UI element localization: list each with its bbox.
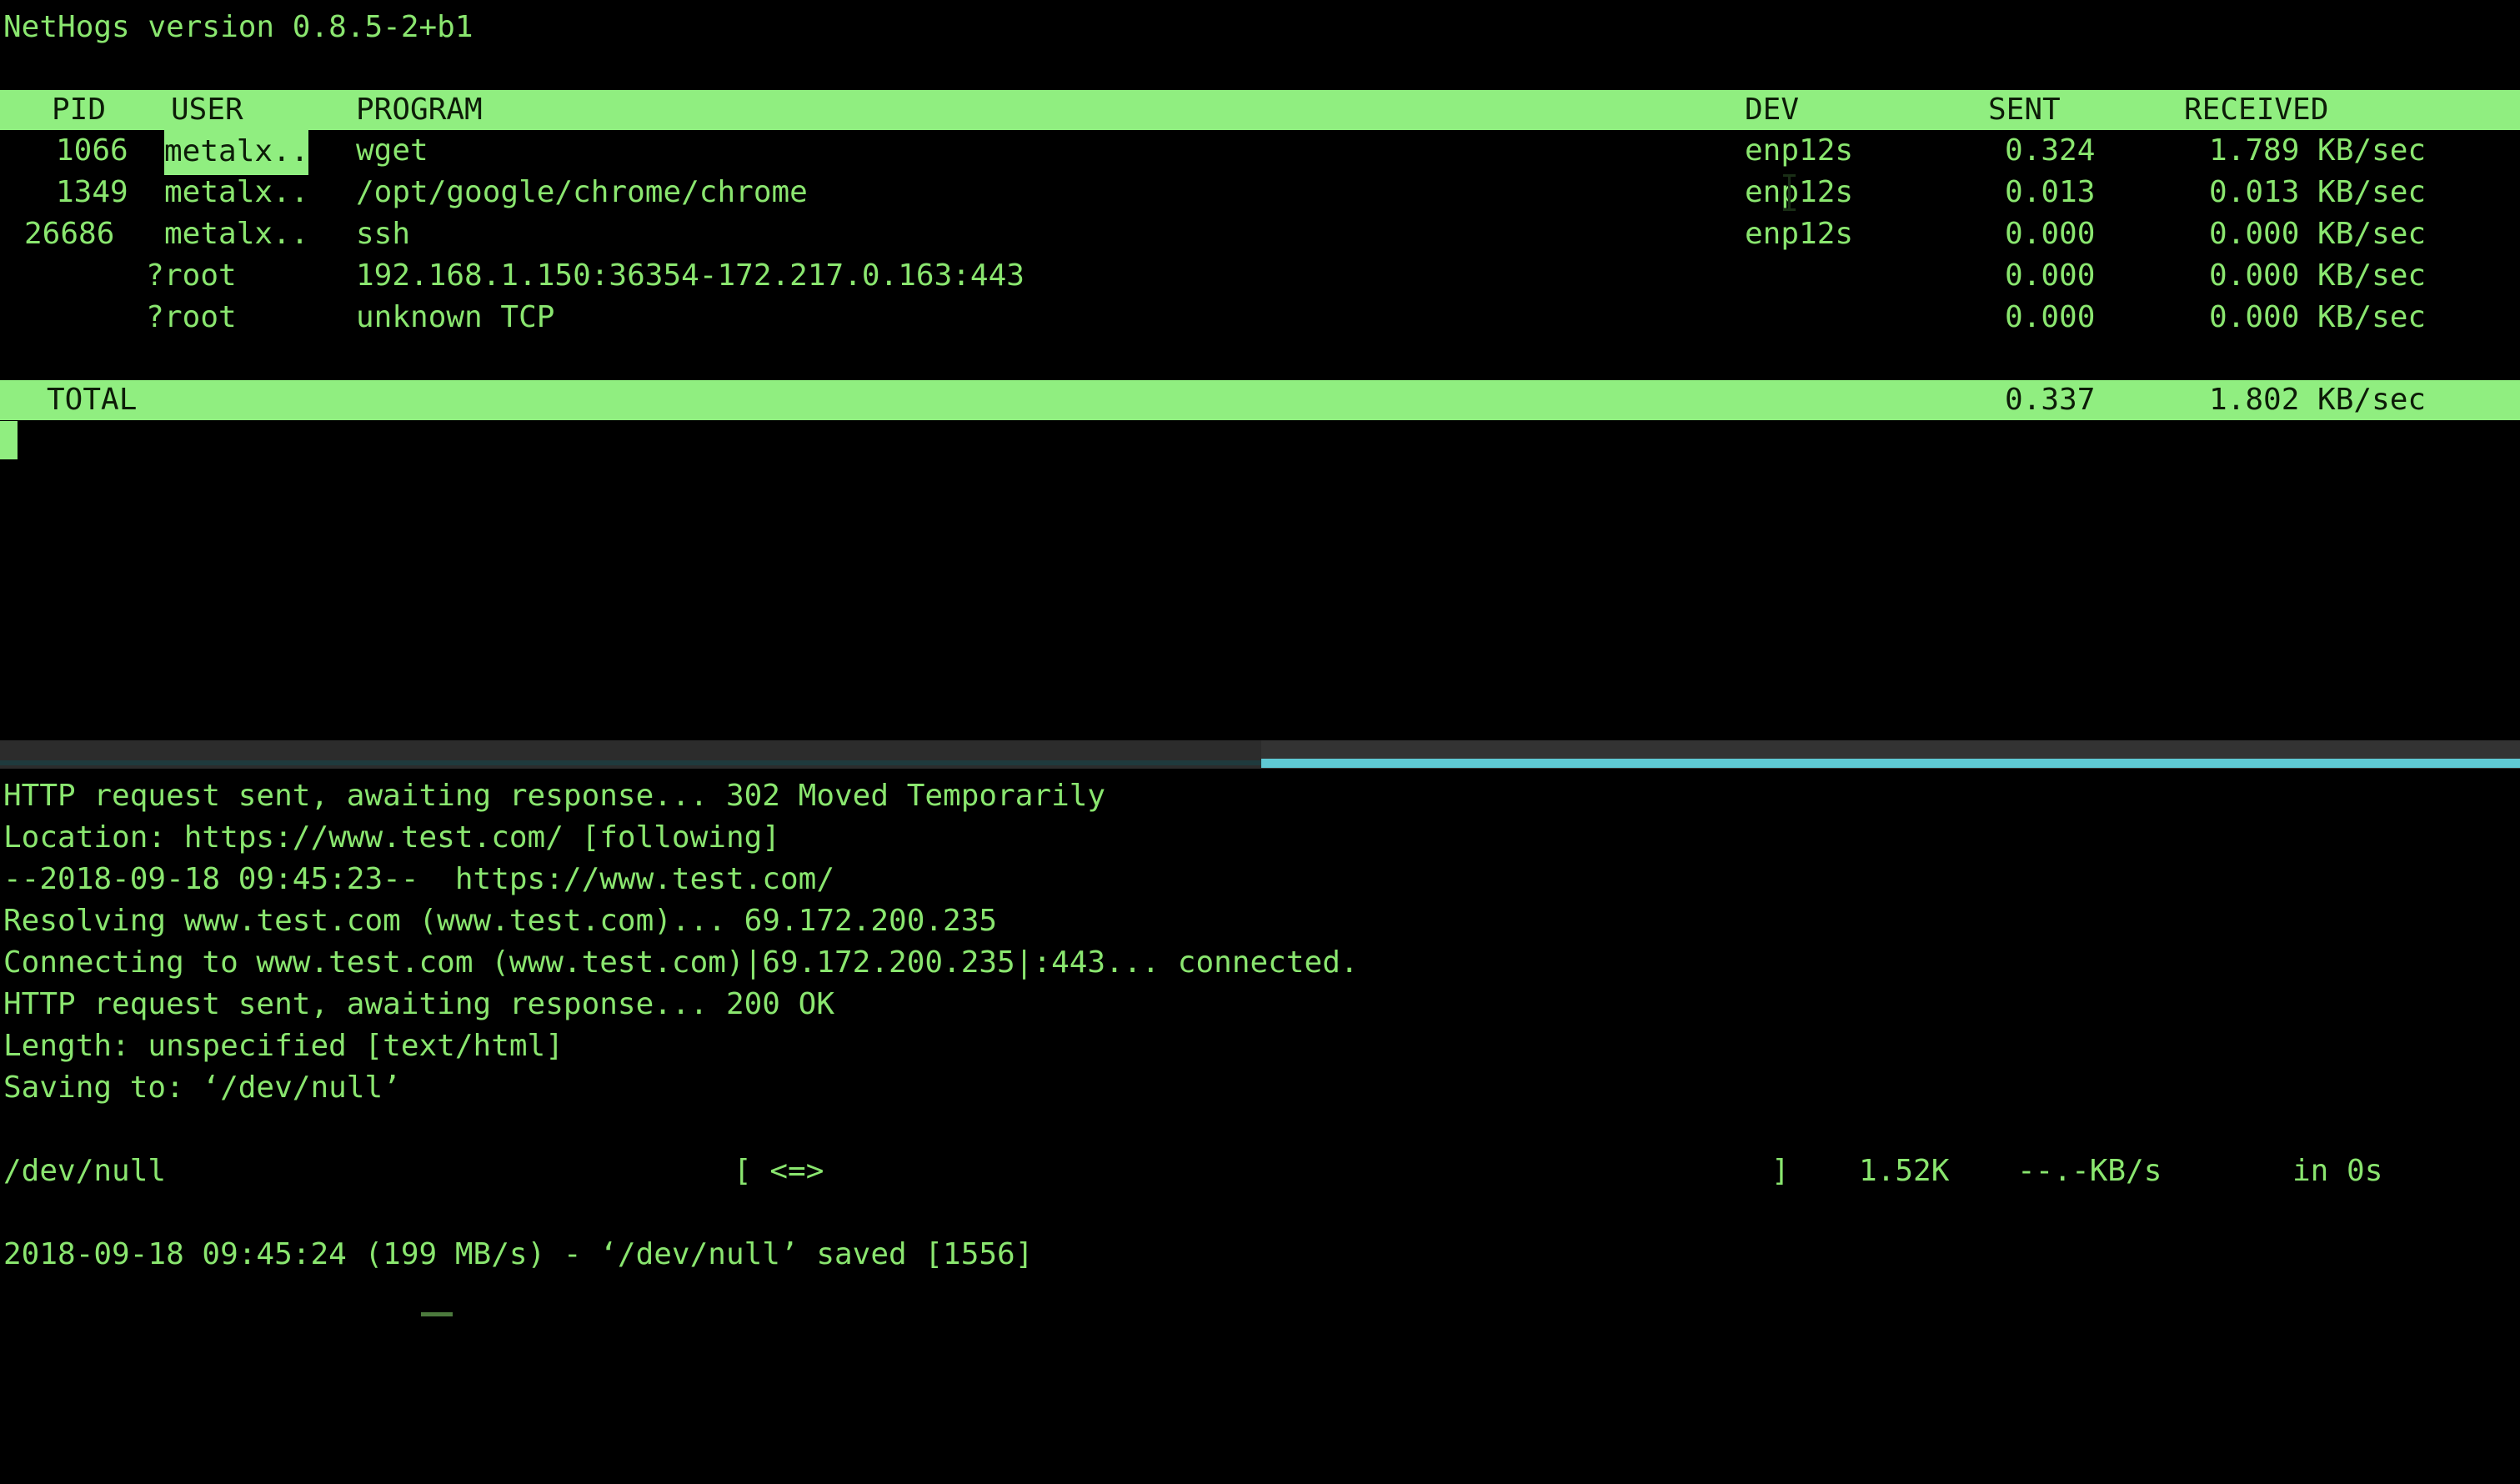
row-user: metalx..	[164, 217, 309, 251]
terminal-window[interactable]: NetHogs version 0.8.5-2+b1 PID USER PROG…	[0, 0, 2520, 1316]
log-line: Length: unspecified [text/html]	[3, 1029, 564, 1063]
column-header-program[interactable]: PROGRAM	[356, 90, 483, 130]
progress-filename: /dev/null	[3, 1154, 167, 1188]
download-progress-line: /dev/null [ <=> ] 1.52K --.-KB/s in 0s	[0, 1151, 2520, 1192]
log-line: --2018-09-18 09:45:23-- https://www.test…	[3, 862, 834, 896]
column-header-sent[interactable]: SENT	[1988, 90, 2061, 130]
row-user[interactable]: metalx..	[164, 130, 309, 175]
row-program: /opt/google/chrome/chrome	[356, 175, 808, 209]
total-label: TOTAL	[47, 383, 138, 417]
row-sent: 0.000	[2005, 300, 2096, 334]
row-sent: 0.013	[2005, 175, 2096, 209]
row-received: 0.000 KB/sec	[2209, 300, 2427, 334]
wget-output-pane[interactable]: HTTP request sent, awaiting response... …	[0, 775, 2520, 1316]
column-header-user[interactable]: USER	[171, 90, 243, 130]
pane-divider[interactable]	[0, 734, 2520, 775]
table-row[interactable]: ? root unknown TCP 0.000 0.000 KB/sec	[0, 297, 2520, 338]
total-sent: 0.337	[2005, 383, 2096, 417]
row-program: 192.168.1.150:36354-172.217.0.163:443	[356, 258, 1025, 293]
row-pid: ?	[146, 300, 164, 334]
log-line: HTTP request sent, awaiting response... …	[3, 987, 834, 1021]
row-sent: 0.000	[2005, 258, 2096, 293]
divider-inactive-underline	[0, 760, 1261, 765]
column-header-received[interactable]: RECEIVED	[2184, 90, 2328, 130]
row-program: wget	[356, 133, 428, 168]
column-header-pid[interactable]: PID	[52, 90, 106, 130]
row-user: metalx..	[164, 175, 309, 209]
table-row[interactable]: ? root 192.168.1.150:36354-172.217.0.163…	[0, 255, 2520, 297]
download-saved-line: 2018-09-18 09:45:24 (199 MB/s) - ‘/dev/n…	[3, 1237, 1034, 1271]
row-received: 0.000 KB/sec	[2209, 258, 2427, 293]
row-received: 0.000 KB/sec	[2209, 217, 2427, 251]
next-prompt-sliver	[421, 1312, 453, 1316]
progress-rate: --.-KB/s	[2017, 1154, 2162, 1188]
table-row[interactable]: 1066 metalx.. wget enp12s 0.324 1.789 KB…	[0, 130, 2520, 175]
row-received: 0.013 KB/sec	[2209, 175, 2427, 209]
log-line: Saving to: ‘/dev/null’	[3, 1070, 401, 1105]
row-user: root	[164, 258, 237, 293]
row-received: 1.789 KB/sec	[2209, 133, 2427, 168]
row-pid: 1349	[56, 175, 128, 209]
divider-active-underline	[1261, 759, 2520, 768]
row-sent: 0.000	[2005, 217, 2096, 251]
row-sent: 0.324	[2005, 133, 2096, 168]
text-cursor-pointer-icon	[1783, 174, 1796, 211]
row-program: unknown TCP	[356, 300, 555, 334]
row-pid: 1066	[56, 133, 128, 168]
row-user: root	[164, 300, 237, 334]
total-received: 1.802 KB/sec	[2209, 383, 2427, 417]
progress-bar-open: [ <=>	[734, 1154, 824, 1188]
row-pid: ?	[146, 258, 164, 293]
cursor-line	[0, 420, 2520, 462]
log-line: Connecting to www.test.com (www.test.com…	[3, 945, 1359, 980]
log-line: Location: https://www.test.com/ [followi…	[3, 820, 780, 855]
log-line: Resolving www.test.com (www.test.com)...…	[3, 904, 998, 938]
progress-elapsed: in 0s	[2292, 1154, 2383, 1188]
progress-size: 1.52K	[1859, 1154, 1950, 1188]
row-pid: 26686	[24, 217, 115, 251]
row-dev: enp12s	[1745, 175, 1854, 209]
log-line: HTTP request sent, awaiting response... …	[3, 779, 1106, 813]
block-cursor	[0, 421, 18, 459]
column-header-dev[interactable]: DEV	[1745, 90, 1799, 130]
row-dev: enp12s	[1745, 217, 1854, 251]
nethogs-version-line: NetHogs version 0.8.5-2+b1	[3, 10, 473, 44]
nethogs-header-row: PID USER PROGRAM DEV SENT RECEIVED	[0, 90, 2520, 130]
nethogs-total-row: TOTAL 0.337 1.802 KB/sec	[0, 380, 2520, 420]
nethogs-pane[interactable]: NetHogs version 0.8.5-2+b1 PID USER PROG…	[0, 0, 2520, 734]
table-row[interactable]: 1349 metalx.. /opt/google/chrome/chrome …	[0, 172, 2520, 213]
row-program: ssh	[356, 217, 411, 251]
row-dev: enp12s	[1745, 133, 1854, 168]
progress-bar-close: ]	[1771, 1154, 1790, 1188]
table-row[interactable]: 26686 metalx.. ssh enp12s 0.000 0.000 KB…	[0, 213, 2520, 255]
